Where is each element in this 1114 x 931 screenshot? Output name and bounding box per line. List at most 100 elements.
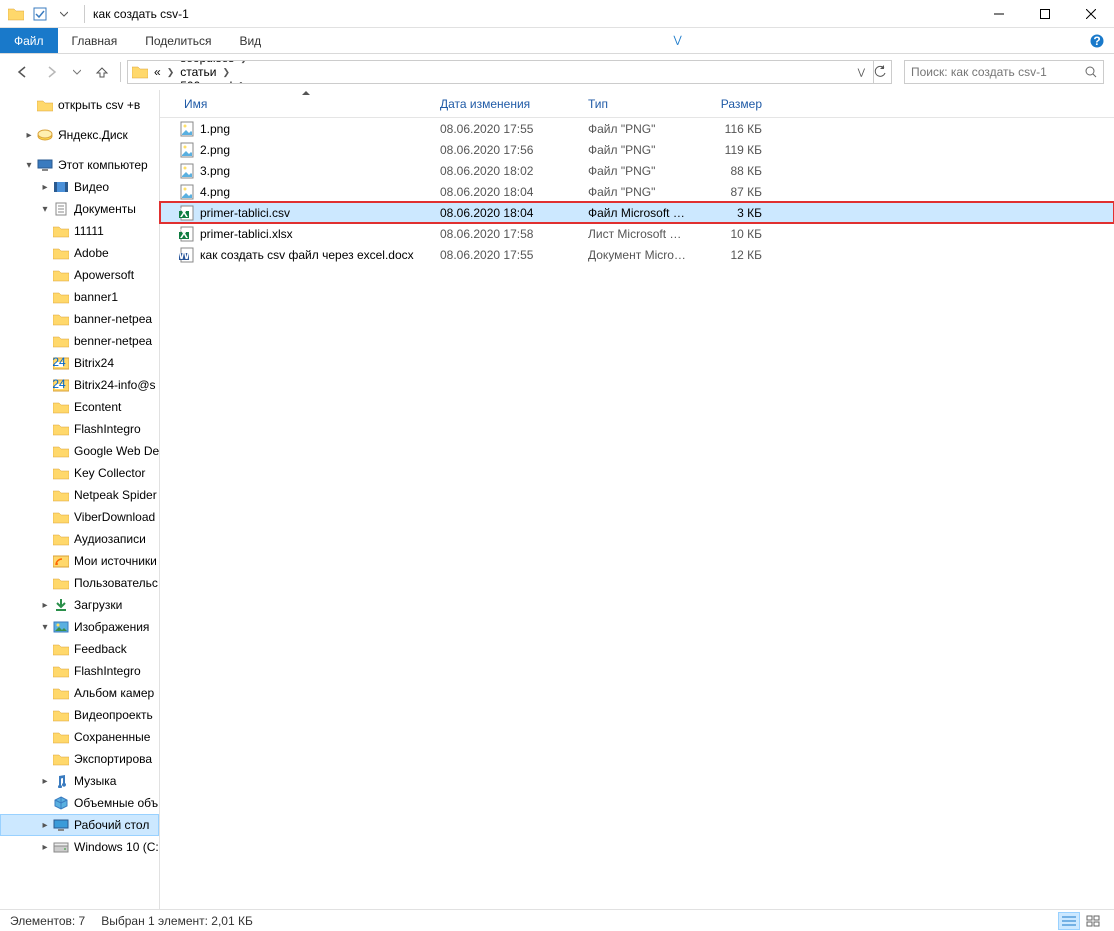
breadcrumb-segment[interactable]: 500-excel❯: [178, 79, 278, 84]
tree-node[interactable]: Мои источники: [0, 550, 159, 572]
tree-node[interactable]: Сохраненные: [0, 726, 159, 748]
3d-icon: [52, 795, 70, 811]
breadcrumb-dropdown-icon[interactable]: ⋁: [854, 67, 869, 78]
file-row[interactable]: 3.png08.06.2020 18:02Файл "PNG"88 КБ: [160, 160, 1114, 181]
tree-node-label: Видео: [74, 180, 109, 194]
file-row[interactable]: Wкак создать csv файл через excel.docx08…: [160, 244, 1114, 265]
tree-node[interactable]: Econtent: [0, 396, 159, 418]
expand-toggle-icon[interactable]: ▸: [38, 820, 52, 831]
tree-node[interactable]: ▸Музыка: [0, 770, 159, 792]
maximize-button[interactable]: [1022, 0, 1068, 28]
tree-node-label: Рабочий стол: [74, 818, 149, 832]
tree-node[interactable]: 24Bitrix24-info@s: [0, 374, 159, 396]
png-file-icon: [178, 163, 196, 179]
folder-icon: [52, 487, 70, 503]
tree-node[interactable]: banner-netpea: [0, 308, 159, 330]
search-input[interactable]: [911, 65, 1085, 79]
tree-node[interactable]: FlashIntegro: [0, 660, 159, 682]
column-size[interactable]: Размер: [692, 97, 768, 111]
tree-node[interactable]: Экспортирова: [0, 748, 159, 770]
address-separator: [120, 62, 121, 82]
file-date: 08.06.2020 17:56: [434, 143, 582, 157]
column-type[interactable]: Тип: [582, 97, 692, 111]
tree-node[interactable]: Альбом камер: [0, 682, 159, 704]
expand-toggle-icon[interactable]: ▾: [38, 622, 52, 633]
breadcrumb[interactable]: «❯ папки❯Проекты❯мои❯seopulses❯статьи❯50…: [127, 60, 874, 84]
expand-toggle-icon[interactable]: ▸: [38, 182, 52, 193]
tree-node-label: FlashIntegro: [74, 664, 141, 678]
tree-node[interactable]: ▸ Видео: [0, 176, 159, 198]
tree-node[interactable]: Key Collector: [0, 462, 159, 484]
tree-node[interactable]: Видеопроекть: [0, 704, 159, 726]
tree-node[interactable]: 11111: [0, 220, 159, 242]
file-row[interactable]: 1.png08.06.2020 17:55Файл "PNG"116 КБ: [160, 118, 1114, 139]
nav-forward-button[interactable]: [40, 60, 64, 84]
tree-node[interactable]: открыть csv +в: [0, 94, 159, 116]
breadcrumb-segment[interactable]: статьи❯: [178, 65, 278, 79]
file-row[interactable]: 2.png08.06.2020 17:56Файл "PNG"119 КБ: [160, 139, 1114, 160]
expand-toggle-icon[interactable]: ▸: [38, 600, 52, 611]
tree-node[interactable]: ▾Этот компьютер: [0, 154, 159, 176]
refresh-button[interactable]: [868, 60, 892, 84]
tree-node[interactable]: ▸Загрузки: [0, 594, 159, 616]
help-icon[interactable]: ?: [1080, 28, 1114, 53]
tree-node-label: benner-netpea: [74, 334, 152, 348]
tree-node[interactable]: benner-netpea: [0, 330, 159, 352]
file-row[interactable]: Xprimer-tablici.xlsx08.06.2020 17:58Лист…: [160, 223, 1114, 244]
search-box[interactable]: [904, 60, 1104, 84]
downloads-icon: [52, 597, 70, 613]
file-row[interactable]: 4.png08.06.2020 18:04Файл "PNG"87 КБ: [160, 181, 1114, 202]
tree-node[interactable]: Google Web De: [0, 440, 159, 462]
tree-node[interactable]: ▸ Рабочий стол: [0, 814, 159, 836]
nav-back-button[interactable]: [10, 60, 34, 84]
expand-toggle-icon[interactable]: ▸: [38, 776, 52, 787]
tree-node[interactable]: FlashIntegro: [0, 418, 159, 440]
expand-toggle-icon[interactable]: ▾: [22, 160, 36, 171]
tree-node[interactable]: ▾ Изображения: [0, 616, 159, 638]
column-date[interactable]: Дата изменения: [434, 97, 582, 111]
nav-recent-dropdown[interactable]: [70, 60, 84, 84]
tree-node[interactable]: banner1: [0, 286, 159, 308]
tree-node[interactable]: ViberDownload: [0, 506, 159, 528]
view-details-button[interactable]: [1058, 912, 1080, 930]
tree-node[interactable]: Feedback: [0, 638, 159, 660]
tree-node[interactable]: Пользовательс: [0, 572, 159, 594]
file-row[interactable]: Xprimer-tablici.csv08.06.2020 18:04Файл …: [160, 202, 1114, 223]
svg-text:?: ?: [1093, 34, 1100, 48]
close-button[interactable]: [1068, 0, 1114, 28]
nav-up-button[interactable]: [90, 60, 114, 84]
file-size: 10 КБ: [692, 227, 768, 241]
view-large-icons-button[interactable]: [1082, 912, 1104, 930]
minimize-button[interactable]: [976, 0, 1022, 28]
tree-node[interactable]: Netpeak Spider: [0, 484, 159, 506]
breadcrumb-folder-icon: [132, 65, 148, 79]
qat-properties-icon[interactable]: [28, 2, 52, 26]
tab-home[interactable]: Главная: [58, 28, 132, 53]
ribbon-expand-icon[interactable]: ⋁: [663, 28, 691, 53]
docs-icon: [52, 201, 70, 217]
pc-icon: [36, 157, 54, 173]
tree-node[interactable]: ▾Документы: [0, 198, 159, 220]
expand-toggle-icon[interactable]: ▸: [38, 842, 52, 853]
tree-node[interactable]: ▸Windows 10 (C:): [0, 836, 159, 858]
tab-share[interactable]: Поделиться: [131, 28, 225, 53]
tree-node-label: Изображения: [74, 620, 149, 634]
qat-dropdown-icon[interactable]: [52, 2, 76, 26]
tab-view[interactable]: Вид: [225, 28, 275, 53]
svg-text:24: 24: [53, 356, 66, 369]
navigation-tree[interactable]: открыть csv +в ▸Яндекс.Диск ▾Этот компьюте…: [0, 90, 160, 909]
tree-node[interactable]: Объемные объ: [0, 792, 159, 814]
column-name[interactable]: Имя: [178, 97, 434, 111]
expand-toggle-icon[interactable]: ▸: [22, 130, 36, 141]
tree-node[interactable]: Adobe: [0, 242, 159, 264]
file-list: Имя Дата изменения Тип Размер 1.png08.06…: [160, 90, 1114, 909]
search-icon[interactable]: [1085, 66, 1097, 78]
tree-node[interactable]: Аудиозаписи: [0, 528, 159, 550]
file-size: 119 КБ: [692, 143, 768, 157]
tab-file[interactable]: Файл: [0, 28, 58, 53]
tree-node[interactable]: Apowersoft: [0, 264, 159, 286]
tree-node[interactable]: ▸Яндекс.Диск: [0, 124, 159, 146]
tree-node[interactable]: 24Bitrix24: [0, 352, 159, 374]
expand-toggle-icon[interactable]: ▾: [38, 204, 52, 215]
file-date: 08.06.2020 17:55: [434, 122, 582, 136]
